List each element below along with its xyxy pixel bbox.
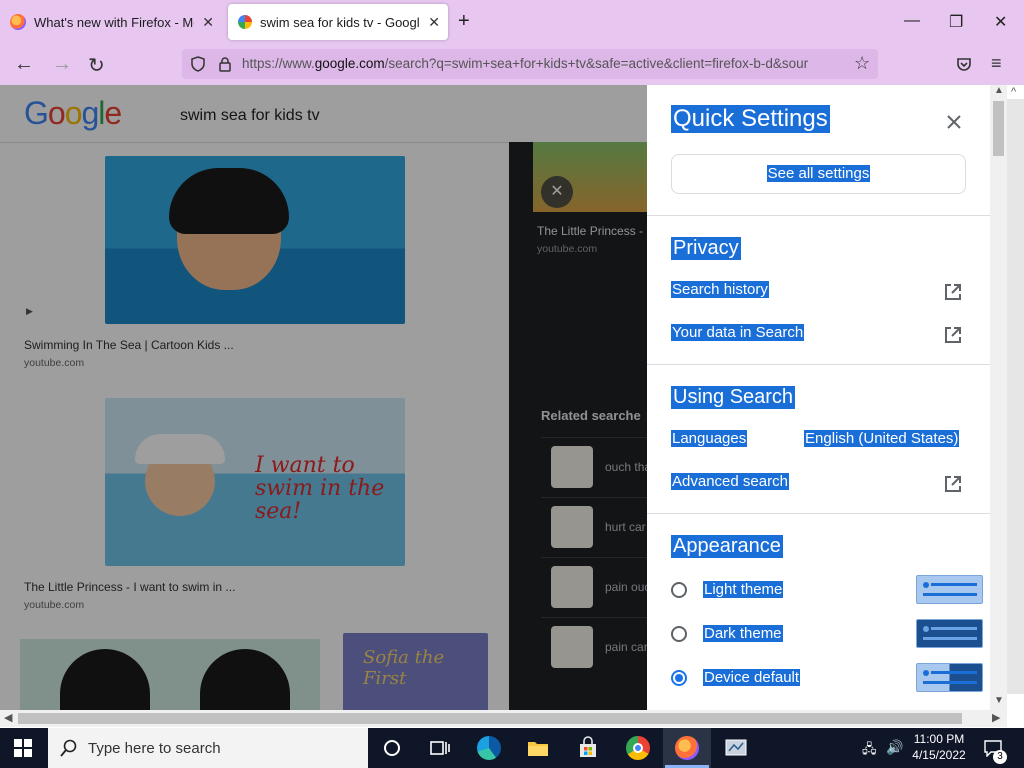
firefox-icon (10, 14, 26, 30)
privacy-heading: Privacy (671, 237, 741, 260)
device-default-preview[interactable] (916, 663, 983, 692)
device-default-label[interactable]: Device default (703, 669, 801, 686)
windows-start-icon[interactable] (14, 739, 32, 757)
tab-google-search[interactable]: swim sea for kids tv - Google Se ✕ (228, 4, 448, 40)
preview-dot (923, 626, 929, 632)
preview-line (923, 681, 977, 684)
address-bar[interactable]: https://www.google.com/search?q=swim+sea… (182, 49, 878, 79)
tab-title: swim sea for kids tv - Google Se (260, 14, 420, 30)
scrollbar-corner: ^ (1007, 85, 1024, 727)
clock-date: 4/15/2022 (912, 748, 966, 762)
back-icon[interactable]: ← (14, 53, 34, 76)
dark-theme-preview[interactable] (916, 619, 983, 648)
file-explorer-icon[interactable] (526, 736, 550, 760)
scroll-thumb[interactable] (993, 101, 1004, 156)
firefox-taskbar-icon[interactable] (675, 736, 699, 760)
preview-line (931, 583, 977, 586)
minimize-icon[interactable]: — (904, 12, 920, 30)
close-window-icon[interactable]: ✕ (994, 12, 1007, 32)
url-prefix: https://www. (242, 56, 315, 71)
vertical-scrollbar[interactable]: ▲ ▼ (990, 85, 1007, 710)
scroll-up-icon[interactable]: ^ (1011, 86, 1016, 98)
network-icon[interactable]: 🖧 (862, 740, 877, 762)
pocket-icon[interactable] (956, 56, 972, 72)
scroll-right-icon[interactable]: ▶ (992, 711, 1000, 724)
tab-firefox-whats-new[interactable]: What's new with Firefox - More ✕ (0, 4, 222, 40)
quick-settings-title: Quick Settings (671, 105, 830, 133)
preview-line (931, 627, 977, 630)
taskbar-search-box[interactable]: Type here to search (48, 728, 368, 768)
quick-settings-panel: Quick Settings See all settings Privacy … (647, 85, 990, 710)
windows-taskbar: Type here to search 🖧 🔊 11:00 PM 4/15/20… (0, 728, 1024, 768)
task-view-icon[interactable] (428, 736, 452, 760)
languages-value[interactable]: English (United States) (804, 430, 960, 447)
chrome-center (633, 743, 643, 753)
open-in-new-icon[interactable] (943, 282, 963, 302)
advanced-search-link[interactable]: Advanced search (671, 473, 789, 490)
scroll-up-icon[interactable]: ▲ (994, 85, 1004, 96)
appearance-heading: Appearance (671, 535, 783, 558)
menu-icon[interactable]: ≡ (991, 53, 1002, 74)
edge-icon[interactable] (477, 736, 501, 760)
outer-scroll-track[interactable] (1007, 99, 1024, 694)
light-theme-preview[interactable] (916, 575, 983, 604)
horizontal-scrollbar[interactable]: ◀ ▶ (0, 710, 1007, 727)
maximize-icon[interactable]: ❐ (949, 12, 963, 32)
preview-dot (923, 582, 929, 588)
scroll-thumb[interactable] (18, 713, 962, 724)
divider (647, 513, 990, 514)
clock-time: 11:00 PM (913, 732, 965, 746)
divider (647, 364, 990, 365)
using-search-heading: Using Search (671, 386, 796, 409)
light-theme-label[interactable]: Light theme (703, 581, 784, 598)
search-placeholder: Type here to search (88, 740, 221, 757)
notification-count-badge: 3 (993, 750, 1007, 764)
google-icon (238, 15, 252, 29)
new-tab-icon[interactable]: + (458, 10, 470, 33)
url-path: /search?q=swim+sea+for+kids+tv&safe=acti… (384, 56, 809, 71)
dark-theme-label[interactable]: Dark theme (703, 625, 783, 642)
close-icon[interactable] (944, 112, 964, 132)
url-text: https://www.google.com/search?q=swim+sea… (242, 56, 842, 71)
shield-icon[interactable] (190, 56, 206, 72)
google-results-page: Google swim sea for kids tv ▶ Swimming I… (0, 85, 990, 710)
preview-line (923, 593, 977, 596)
your-data-in-search-link[interactable]: Your data in Search (671, 324, 805, 341)
lock-icon[interactable] (218, 56, 232, 72)
bookmark-star-icon[interactable]: ☆ (854, 53, 870, 74)
app-icon[interactable] (724, 736, 748, 760)
cortana-icon[interactable] (380, 736, 404, 760)
forward-icon[interactable]: → (52, 53, 72, 76)
clock[interactable]: 11:00 PM 4/15/2022 (912, 732, 966, 762)
preview-line (923, 637, 977, 640)
preview-dot (923, 670, 929, 676)
scroll-left-icon[interactable]: ◀ (4, 711, 12, 724)
see-all-settings-label: See all settings (766, 165, 871, 182)
navigation-toolbar: ← → ↻ https://www.google.com/search?q=sw… (0, 44, 1024, 85)
url-domain: google.com (314, 56, 385, 71)
close-tab-icon[interactable]: ✕ (428, 14, 440, 31)
modal-scrim[interactable] (0, 85, 647, 710)
tab-title: What's new with Firefox - More (34, 14, 194, 30)
languages-label[interactable]: Languages (671, 430, 748, 447)
open-in-new-icon[interactable] (943, 325, 963, 345)
search-history-link[interactable]: Search history (671, 281, 769, 298)
reload-icon[interactable]: ↻ (88, 53, 105, 78)
divider (647, 215, 990, 216)
light-theme-radio[interactable] (671, 582, 687, 598)
preview-line (931, 671, 977, 674)
dark-theme-radio[interactable] (671, 626, 687, 642)
see-all-settings-button[interactable]: See all settings (671, 154, 966, 194)
microsoft-store-icon[interactable] (576, 736, 600, 760)
open-in-new-icon[interactable] (943, 474, 963, 494)
chrome-icon[interactable] (626, 736, 650, 760)
volume-icon[interactable]: 🔊 (886, 739, 903, 756)
search-icon (60, 739, 77, 757)
tab-strip: What's new with Firefox - More ✕ swim se… (0, 0, 1024, 44)
scroll-down-icon[interactable]: ▼ (994, 695, 1004, 706)
close-tab-icon[interactable]: ✕ (202, 14, 214, 31)
device-default-radio[interactable] (671, 670, 687, 686)
